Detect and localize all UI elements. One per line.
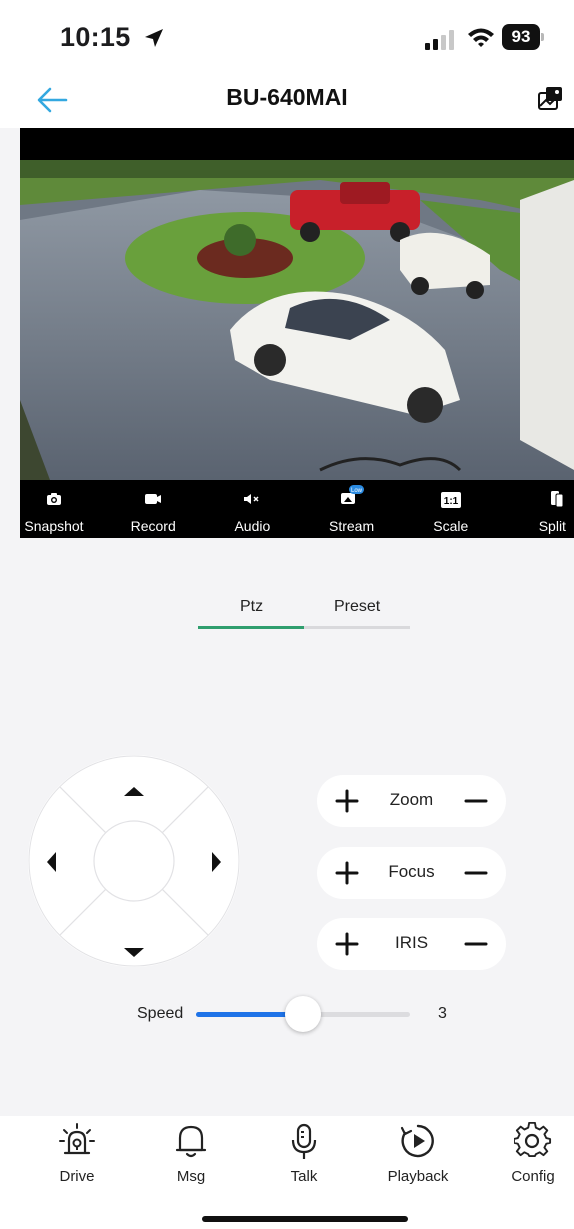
video-record-icon	[145, 494, 162, 504]
split-label: Split	[538, 518, 566, 534]
iris-label: IRIS	[394, 933, 429, 952]
nav-talk-label: Talk	[290, 1168, 318, 1185]
scale-button[interactable]: 1:1 Scale	[409, 480, 493, 538]
nav-talk[interactable]: Talk	[276, 1116, 332, 1196]
nav-config[interactable]: Config	[500, 1116, 566, 1196]
stream-icon: Low	[340, 485, 364, 504]
stream-label: Stream	[329, 518, 375, 534]
ptz-right-button[interactable]	[172, 826, 232, 896]
status-bar: 10:15 93	[0, 0, 574, 72]
split-icon	[550, 491, 564, 508]
audio-button[interactable]: Audio	[210, 480, 294, 538]
nav-drive[interactable]: Drive	[38, 1116, 116, 1196]
battery-level: 93	[502, 24, 540, 50]
zoom-in-plus-icon[interactable]	[331, 785, 363, 817]
bottom-nav: Drive Msg Talk Playback Config	[0, 1116, 574, 1229]
ptz-left-button[interactable]	[36, 826, 96, 896]
ptz-center-button[interactable]	[94, 821, 174, 901]
nav-config-label: Config	[511, 1168, 555, 1185]
bell-icon	[175, 1125, 207, 1158]
speaker-mute-icon	[244, 494, 259, 504]
snapshot-label: Snapshot	[24, 518, 84, 534]
record-label: Record	[130, 518, 176, 534]
camera-icon	[47, 493, 61, 505]
page-title: BU-640MAI	[226, 84, 348, 110]
focus-plus-icon[interactable]	[331, 857, 363, 889]
scale-label: Scale	[433, 518, 469, 534]
nav-msg-label: Msg	[176, 1168, 206, 1185]
app-header: BU-640MAI	[0, 72, 574, 128]
live-video-view[interactable]	[20, 160, 574, 480]
focus-label: Focus	[388, 862, 435, 881]
nav-msg[interactable]: Msg	[158, 1116, 224, 1196]
ptz-joystick	[28, 755, 240, 967]
nav-drive-label: Drive	[59, 1168, 95, 1185]
audio-label: Audio	[234, 518, 271, 534]
gallery-icon[interactable]	[536, 84, 566, 114]
video-frame	[20, 160, 574, 480]
zoom-control: Zoom	[317, 775, 506, 827]
ptz-up-button[interactable]	[99, 763, 169, 823]
record-button[interactable]: Record	[111, 480, 195, 538]
nav-playback-label: Playback	[387, 1168, 449, 1185]
wifi-icon	[468, 28, 494, 47]
stream-badge: Low	[351, 488, 363, 494]
battery-cap	[541, 33, 544, 41]
scale-badge: 1:1	[444, 496, 459, 507]
playback-icon	[400, 1124, 434, 1158]
phone-screen: 10:15 93 BU-640MAI Snapshot Record Audio…	[0, 0, 574, 1229]
speed-value: 3	[438, 1005, 447, 1022]
home-indicator	[202, 1216, 408, 1222]
zoom-out-minus-icon[interactable]	[460, 785, 492, 817]
scale-icon: 1:1	[440, 492, 461, 508]
ptz-down-button[interactable]	[99, 899, 169, 959]
tab-active-indicator	[198, 626, 304, 629]
split-button[interactable]: Split	[508, 480, 568, 538]
siren-icon	[59, 1123, 95, 1155]
microphone-icon	[291, 1123, 317, 1159]
snapshot-button[interactable]: Snapshot	[12, 480, 96, 538]
ptz-tabs: Ptz Preset	[198, 598, 410, 630]
speed-slider-thumb[interactable]	[285, 996, 321, 1032]
speed-label: Speed	[137, 1005, 184, 1022]
video-top-bar	[20, 128, 574, 160]
iris-control: IRIS	[317, 918, 506, 970]
focus-control: Focus	[317, 847, 506, 899]
status-time: 10:15	[60, 22, 131, 52]
location-arrow-icon	[145, 29, 163, 47]
tab-preset[interactable]: Preset	[334, 598, 380, 616]
battery-indicator: 93	[502, 24, 546, 50]
nav-playback[interactable]: Playback	[376, 1116, 460, 1196]
cellular-signal-icon	[425, 30, 454, 50]
video-toolbar: Snapshot Record Audio Low Stream 1:1 Sca…	[20, 480, 574, 538]
gear-icon	[514, 1122, 552, 1158]
stream-button[interactable]: Low Stream	[310, 480, 394, 538]
iris-plus-icon[interactable]	[331, 928, 363, 960]
iris-minus-icon[interactable]	[460, 928, 492, 960]
focus-minus-icon[interactable]	[460, 857, 492, 889]
tab-ptz[interactable]: Ptz	[240, 598, 263, 616]
zoom-label: Zoom	[389, 790, 434, 809]
